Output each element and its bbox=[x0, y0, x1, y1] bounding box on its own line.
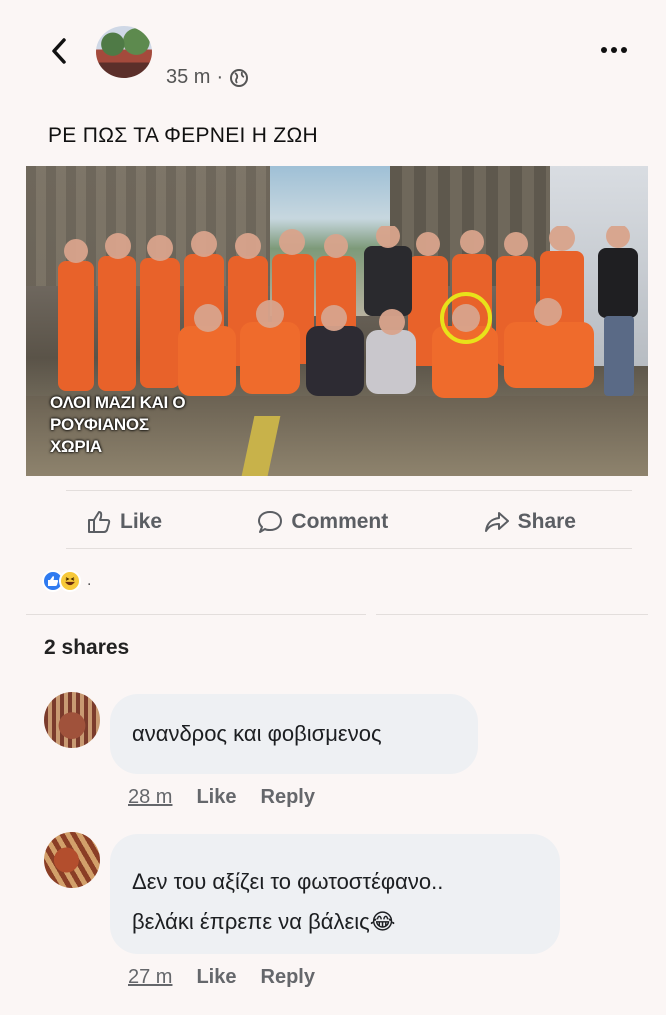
post-meta: 35 m · bbox=[166, 66, 249, 89]
like-button[interactable]: Like bbox=[86, 509, 162, 535]
divider-top bbox=[66, 490, 632, 491]
share-arrow-icon bbox=[484, 512, 509, 532]
comment-time[interactable]: 28 m bbox=[128, 786, 172, 809]
post-photo[interactable]: ΟΛΟΙ ΜΑΖΙ ΚΑΙ Ο ΡΟΥΦΙΑΝΟΣ ΧΩΡΙΑ bbox=[26, 166, 648, 476]
comment-time[interactable]: 27 m bbox=[128, 966, 172, 989]
share-label: Share bbox=[517, 510, 576, 533]
comment-bubble-icon bbox=[258, 511, 283, 533]
back-chevron-icon[interactable] bbox=[44, 34, 74, 68]
comment-bubble: Δεν του αξίζει το φωτοστέφανο.. βελάκι έ… bbox=[110, 834, 560, 954]
comment-text: ανανδρος και φοβισμενος bbox=[132, 721, 382, 746]
comment-button[interactable]: Comment bbox=[257, 509, 388, 535]
comment-meta: 27 m Like Reply bbox=[128, 966, 315, 989]
reactions-summary[interactable]: . bbox=[42, 570, 91, 592]
photo-caption-line-3: ΧΩΡΙΑ bbox=[50, 437, 102, 456]
shares-count[interactable]: 2 shares bbox=[44, 636, 129, 660]
post-time[interactable]: 35 m bbox=[166, 66, 210, 89]
meta-separator: · bbox=[216, 66, 224, 88]
comment-label: Comment bbox=[291, 510, 389, 533]
commenter-avatar[interactable] bbox=[44, 832, 100, 888]
comment-like-button[interactable]: Like bbox=[196, 966, 236, 989]
comment-text-line-2: βελάκι έπρεπε να βάλεις😂 bbox=[132, 902, 538, 942]
poster-avatar[interactable] bbox=[96, 26, 152, 78]
share-button[interactable]: Share bbox=[484, 509, 576, 535]
comment-like-button[interactable]: Like bbox=[196, 786, 236, 809]
comment-text-line-1: Δεν του αξίζει το φωτοστέφανο.. bbox=[132, 869, 444, 894]
post-text: ΡΕ ΠΩΣ ΤΑ ΦΕΡΝΕΙ Η ΖΩΗ bbox=[48, 124, 319, 147]
haha-reaction-icon bbox=[59, 570, 81, 592]
more-options-icon[interactable] bbox=[598, 40, 630, 60]
like-label: Like bbox=[120, 510, 163, 533]
laughing-emoji-icon: 😂 bbox=[369, 909, 396, 934]
divider-bottom-left bbox=[26, 614, 366, 615]
comment-meta: 28 m Like Reply bbox=[128, 786, 315, 809]
photo-caption: ΟΛΟΙ ΜΑΖΙ ΚΑΙ Ο ΡΟΥΦΙΑΝΟΣ ΧΩΡΙΑ bbox=[50, 392, 186, 458]
divider-middle bbox=[66, 548, 632, 549]
comment-bubble: ανανδρος και φοβισμενος bbox=[110, 694, 478, 774]
comment-reply-button[interactable]: Reply bbox=[261, 786, 315, 809]
globe-icon bbox=[230, 68, 249, 87]
comment-reply-button[interactable]: Reply bbox=[261, 966, 315, 989]
post-actions-bar: Like Comment Share bbox=[26, 500, 632, 544]
photo-caption-line-1: ΟΛΟΙ ΜΑΖΙ ΚΑΙ Ο bbox=[50, 393, 186, 412]
reactions-count: . bbox=[87, 572, 92, 589]
commenter-avatar[interactable] bbox=[44, 692, 100, 748]
photo-caption-line-2: ΡΟΥΦΙΑΝΟΣ bbox=[50, 415, 149, 434]
comment-text-line-2-text: βελάκι έπρεπε να βάλεις bbox=[132, 909, 370, 934]
thumbs-up-icon bbox=[88, 511, 111, 533]
divider-bottom-right bbox=[376, 614, 648, 615]
